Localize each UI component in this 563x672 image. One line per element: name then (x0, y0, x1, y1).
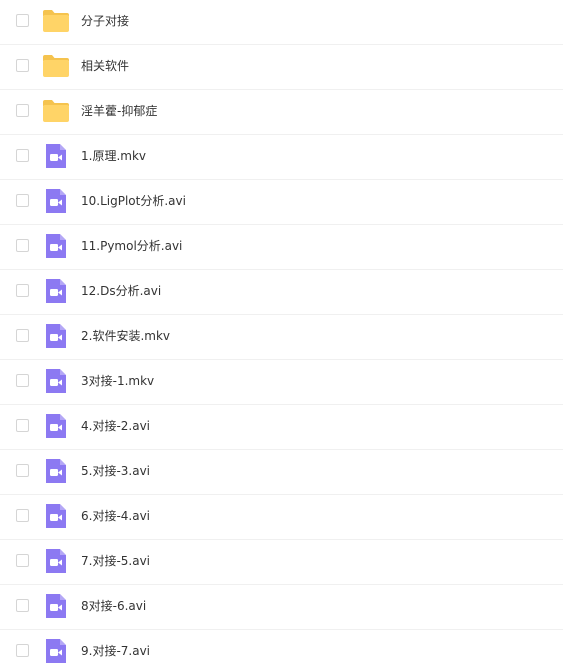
file-name[interactable]: 8对接-6.avi (81, 598, 146, 614)
file-name[interactable]: 淫羊藿-抑郁症 (81, 103, 157, 119)
video-file-icon (42, 278, 70, 304)
video-file-icon (42, 503, 70, 529)
select-checkbox[interactable] (16, 149, 29, 162)
file-name[interactable]: 相关软件 (81, 58, 129, 74)
select-checkbox[interactable] (16, 329, 29, 342)
video-file-icon (42, 413, 70, 439)
select-checkbox[interactable] (16, 104, 29, 117)
file-name[interactable]: 5.对接-3.avi (81, 463, 150, 479)
select-checkbox[interactable] (16, 14, 29, 27)
video-file-icon (42, 323, 70, 349)
file-row[interactable]: 9.对接-7.avi (0, 630, 563, 672)
file-name[interactable]: 3对接-1.mkv (81, 373, 154, 389)
file-row[interactable]: 2.软件安装.mkv (0, 315, 563, 360)
video-file-icon (42, 188, 70, 214)
folder-icon (42, 53, 70, 79)
file-row[interactable]: 7.对接-5.avi (0, 540, 563, 585)
file-row[interactable]: 11.Pymol分析.avi (0, 225, 563, 270)
file-row[interactable]: 5.对接-3.avi (0, 450, 563, 495)
file-name[interactable]: 10.LigPlot分析.avi (81, 193, 186, 209)
select-checkbox[interactable] (16, 464, 29, 477)
file-name[interactable]: 7.对接-5.avi (81, 553, 150, 569)
video-file-icon (42, 548, 70, 574)
video-file-icon (42, 368, 70, 394)
folder-icon (42, 98, 70, 124)
select-checkbox[interactable] (16, 374, 29, 387)
file-name[interactable]: 12.Ds分析.avi (81, 283, 161, 299)
file-name[interactable]: 2.软件安装.mkv (81, 328, 170, 344)
video-file-icon (42, 593, 70, 619)
select-checkbox[interactable] (16, 554, 29, 567)
select-checkbox[interactable] (16, 644, 29, 657)
select-checkbox[interactable] (16, 59, 29, 72)
select-checkbox[interactable] (16, 419, 29, 432)
file-name[interactable]: 6.对接-4.avi (81, 508, 150, 524)
file-row[interactable]: 3对接-1.mkv (0, 360, 563, 405)
select-checkbox[interactable] (16, 599, 29, 612)
file-name[interactable]: 分子对接 (81, 13, 129, 29)
file-name[interactable]: 9.对接-7.avi (81, 643, 150, 659)
video-file-icon (42, 143, 70, 169)
file-row[interactable]: 1.原理.mkv (0, 135, 563, 180)
file-row[interactable]: 相关软件 (0, 45, 563, 90)
folder-icon (42, 8, 70, 34)
select-checkbox[interactable] (16, 239, 29, 252)
file-row[interactable]: 10.LigPlot分析.avi (0, 180, 563, 225)
select-checkbox[interactable] (16, 509, 29, 522)
file-row[interactable]: 6.对接-4.avi (0, 495, 563, 540)
video-file-icon (42, 233, 70, 259)
file-row[interactable]: 淫羊藿-抑郁症 (0, 90, 563, 135)
file-row[interactable]: 12.Ds分析.avi (0, 270, 563, 315)
file-row[interactable]: 分子对接 (0, 0, 563, 45)
file-name[interactable]: 1.原理.mkv (81, 148, 146, 164)
file-name[interactable]: 4.对接-2.avi (81, 418, 150, 434)
video-file-icon (42, 458, 70, 484)
file-row[interactable]: 8对接-6.avi (0, 585, 563, 630)
video-file-icon (42, 638, 70, 664)
file-list: 分子对接 相关软件 淫羊藿-抑郁症 1.原理.mkv 10.LigPlot分析.… (0, 0, 563, 672)
file-name[interactable]: 11.Pymol分析.avi (81, 238, 182, 254)
select-checkbox[interactable] (16, 284, 29, 297)
select-checkbox[interactable] (16, 194, 29, 207)
file-row[interactable]: 4.对接-2.avi (0, 405, 563, 450)
